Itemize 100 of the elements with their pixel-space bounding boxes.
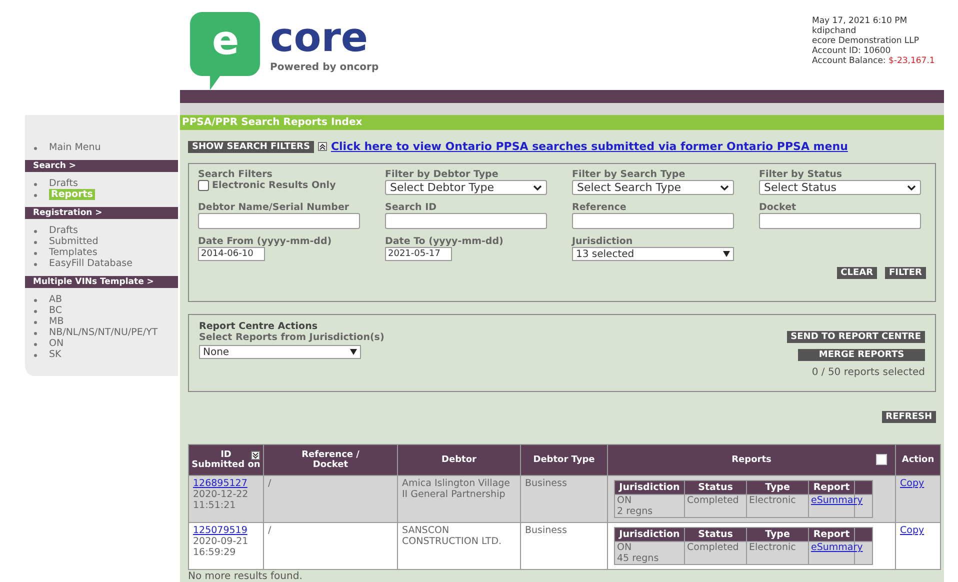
filter-action-button[interactable]: FILTER <box>885 267 926 279</box>
bullet-icon <box>34 299 37 302</box>
chevron-icon <box>533 184 542 190</box>
collapse-icon[interactable] <box>318 142 327 151</box>
selected-count: 0 / 50 reports selected <box>812 367 925 378</box>
report-action-button[interactable]: MERGE REPORTS <box>798 349 925 361</box>
sidebar-item[interactable]: Drafts <box>49 178 78 189</box>
dropdown-arrow-icon <box>350 349 357 355</box>
select-field[interactable]: None <box>199 345 361 359</box>
ontario-link[interactable]: Click here to view Ontario PPSA searches submitted via former Ontario PPSA menu <box>330 140 848 153</box>
column-header: Jurisdiction <box>614 528 684 542</box>
field-label: Date To (yyyy-mm-dd) <box>385 236 504 247</box>
sidebar-item[interactable]: EasyFill Database <box>49 258 132 269</box>
column-header: Type <box>746 480 808 494</box>
bullet-icon <box>34 252 37 255</box>
sidebar-item[interactable]: ON <box>49 338 64 349</box>
report-link[interactable]: eSummary <box>811 542 863 553</box>
column-header: Reference / Docket <box>264 444 398 476</box>
sidebar-section-header: Search > <box>25 160 178 172</box>
select-all-checkbox[interactable] <box>876 454 887 465</box>
column-header: Reports <box>608 444 896 476</box>
sidebar-item[interactable]: Main Menu <box>25 142 178 153</box>
select-field[interactable]: Select Status <box>759 180 921 195</box>
field-label: Debtor Name/Serial Number <box>198 202 350 213</box>
select-field[interactable]: Select Search Type <box>572 180 734 195</box>
field-label: Date From (yyyy-mm-dd) <box>198 236 333 247</box>
copy-link[interactable]: Copy <box>900 478 924 489</box>
bullet-icon <box>34 183 37 186</box>
bullet-icon <box>34 343 37 346</box>
filter-action-button[interactable]: CLEAR <box>836 267 878 279</box>
column-header: Status <box>684 480 746 494</box>
search-id-link[interactable]: 125079519 <box>193 525 248 536</box>
sidebar-section-header: Multiple VINs Template > <box>25 276 178 288</box>
chevron-icon <box>907 184 916 190</box>
table-cell: Electronic <box>746 542 808 564</box>
bullet-icon <box>34 354 37 357</box>
account-id: Account ID: 10600 <box>812 46 892 56</box>
username: kdipchand <box>812 26 858 36</box>
sidebar-item[interactable]: Drafts <box>49 225 78 236</box>
column-header: Action <box>896 444 940 476</box>
bullet-icon <box>34 230 37 233</box>
date-field[interactable]: 2021-05-17 <box>385 247 452 261</box>
sidebar-item[interactable]: NB/NL/NS/NT/NU/PE/YT <box>49 327 158 338</box>
submitted-date: 2020-12-22 11:51:21 <box>193 489 250 511</box>
sidebar-item[interactable]: Submitted <box>49 236 98 247</box>
table-cell: Electronic <box>746 494 808 518</box>
select-field[interactable]: 13 selected <box>572 247 734 261</box>
table-cell: Amica Islington Village II General Partnership <box>398 476 520 522</box>
column-header: Jurisdiction <box>614 480 684 494</box>
company-name: ecore Demonstration LLP <box>812 36 920 46</box>
select-field[interactable]: Select Debtor Type <box>385 180 547 195</box>
checkbox[interactable] <box>198 180 209 191</box>
chevron-icon <box>720 184 729 190</box>
copy-link[interactable]: Copy <box>900 525 924 536</box>
column-header: Report <box>808 528 854 542</box>
speech-bubble-icon <box>190 12 260 92</box>
sidebar-item[interactable]: MB <box>49 316 64 327</box>
dropdown-arrow-icon <box>723 251 730 257</box>
input-field[interactable] <box>198 213 360 229</box>
column-header: Status <box>684 528 746 542</box>
section-title: Report Centre Actions <box>199 321 318 332</box>
datetime: May 17, 2021 6:10 PM <box>812 16 908 26</box>
sort-icon[interactable] <box>251 451 260 460</box>
column-header: Debtor Type <box>520 444 608 476</box>
input-field[interactable] <box>385 213 547 229</box>
table-cell: Completed <box>684 542 746 564</box>
bullet-icon <box>34 321 37 324</box>
report-action-button[interactable]: SEND TO REPORT CENTRE <box>786 331 925 343</box>
sidebar-item[interactable]: Templates <box>49 247 98 258</box>
logo-letter: e <box>212 18 240 64</box>
sidebar-item[interactable]: SK <box>49 349 62 360</box>
sidebar-item[interactable]: BC <box>49 305 62 316</box>
logo-text: core <box>270 16 370 60</box>
table-cell-text: ON <box>617 495 633 506</box>
column-header: Debtor <box>398 444 520 476</box>
bullet-icon <box>34 147 37 150</box>
show-filters-button[interactable]: SHOW SEARCH FILTERS <box>188 140 314 152</box>
date-field[interactable]: 2014-06-10 <box>198 247 265 261</box>
search-id-link[interactable]: 126895127 <box>193 478 248 489</box>
bullet-icon <box>34 310 37 313</box>
field-label: Search ID <box>385 202 438 213</box>
bullet-icon <box>34 263 37 266</box>
submitted-date: 2020-09-21 16:59:29 <box>193 536 250 558</box>
field-label: Jurisdiction <box>572 236 634 247</box>
column-header: Report <box>808 480 854 494</box>
table-cell: SANSCON CONSTRUCTION LTD. <box>398 522 520 570</box>
table-cell: Business <box>520 522 608 570</box>
report-link[interactable]: eSummary <box>811 495 863 506</box>
table-cell: / <box>264 476 398 522</box>
field-label: Select Reports from Jurisdiction(s) <box>199 332 384 343</box>
field-label: Reference <box>572 202 628 213</box>
refresh-button[interactable]: REFRESH <box>882 411 936 423</box>
field-label: Filter by Search Type <box>572 169 686 180</box>
bullet-icon <box>34 332 37 335</box>
input-field[interactable] <box>759 213 921 229</box>
balance-value: $-23,167.1 <box>888 56 935 66</box>
sidebar-item[interactable]: AB <box>49 294 62 305</box>
bullet-icon <box>34 241 37 244</box>
balance-label: Account Balance: <box>812 56 886 66</box>
input-field[interactable] <box>572 213 734 229</box>
